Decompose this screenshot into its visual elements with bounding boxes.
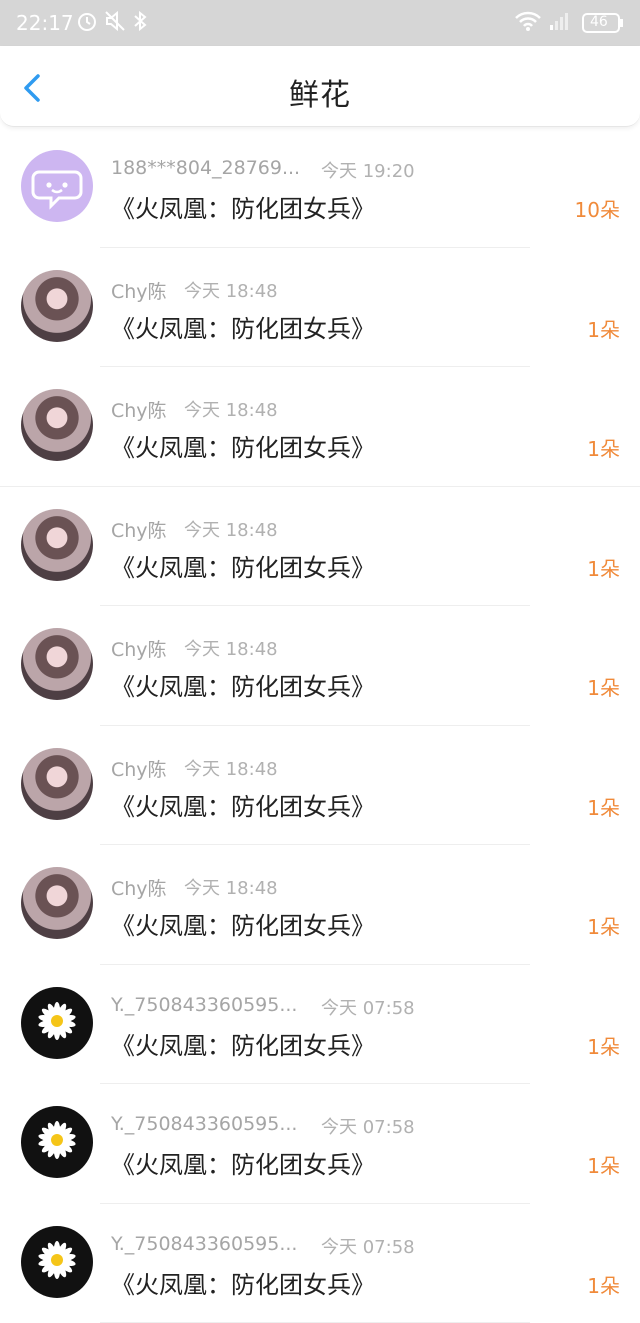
signal-icon	[548, 10, 570, 36]
book-title: 《火凤凰：防化团女兵》	[111, 309, 375, 344]
daisy-icon	[21, 1106, 93, 1178]
book-title: 《火凤凰：防化团女兵》	[111, 906, 375, 941]
flower-count: 1朵	[587, 433, 620, 462]
book-title: 《火凤凰：防化团女兵》	[111, 1026, 375, 1061]
daisy-avatar[interactable]	[21, 1106, 93, 1178]
user-name: Chy陈	[111, 396, 167, 423]
user-name: Y._750843360595...	[111, 1113, 297, 1135]
book-title: 《火凤凰：防化团女兵》	[111, 667, 375, 702]
alarm-icon	[76, 10, 98, 36]
list-item[interactable]: Chy陈今天 18:48 《火凤凰：防化团女兵》 1朵	[0, 367, 640, 487]
flower-count: 1朵	[587, 911, 620, 940]
bluetooth-icon	[132, 10, 148, 36]
user-name: Chy陈	[111, 635, 167, 662]
chat-bubble-avatar[interactable]	[21, 150, 93, 222]
flower-count: 1朵	[587, 792, 620, 821]
gift-time: 今天 19:20	[321, 157, 415, 183]
flower-count: 1朵	[587, 672, 620, 701]
girl-avatar[interactable]	[21, 628, 93, 700]
user-name: Chy陈	[111, 516, 167, 543]
list-item[interactable]: Y._750843360595... 今天 07:58 《火凤凰：防化团女兵》 1朵	[0, 965, 640, 1085]
list-item[interactable]: Y._750843360595... 今天 07:58 《火凤凰：防化团女兵》 1朵	[0, 1084, 640, 1204]
girl-avatar[interactable]	[21, 389, 93, 461]
user-name: Y._750843360595...	[111, 994, 297, 1016]
chat-bubble-icon	[21, 150, 93, 222]
flower-count: 10朵	[575, 194, 620, 223]
daisy-icon	[21, 1226, 93, 1298]
user-name: Y._750843360595...	[111, 1233, 297, 1255]
girl-avatar[interactable]	[21, 748, 93, 820]
book-title: 《火凤凰：防化团女兵》	[111, 787, 375, 822]
user-name: Chy陈	[111, 755, 167, 782]
gift-time: 今天 18:48	[184, 755, 278, 781]
list-item[interactable]: Chy陈今天 18:48 《火凤凰：防化团女兵》 1朵	[0, 487, 640, 607]
daisy-avatar[interactable]	[21, 1226, 93, 1298]
flower-count: 1朵	[587, 1270, 620, 1299]
list-item[interactable]: Chy陈今天 18:48 《火凤凰：防化团女兵》 1朵	[0, 726, 640, 846]
list-item[interactable]: Chy陈今天 18:48 《火凤凰：防化团女兵》 1朵	[0, 606, 640, 726]
wifi-icon	[514, 10, 542, 36]
battery-level: 46	[590, 14, 608, 30]
user-name: Chy陈	[111, 874, 167, 901]
list-item[interactable]: Chy陈今天 18:48 《火凤凰：防化团女兵》 1朵	[0, 845, 640, 965]
mute-icon	[104, 10, 126, 36]
daisy-icon	[21, 987, 93, 1059]
girl-avatar[interactable]	[21, 509, 93, 581]
gift-time: 今天 07:58	[321, 994, 415, 1020]
flower-count: 1朵	[587, 1031, 620, 1060]
gift-time: 今天 07:58	[321, 1233, 415, 1259]
gift-time: 今天 18:48	[184, 396, 278, 422]
book-title: 《火凤凰：防化团女兵》	[111, 1265, 375, 1300]
girl-avatar[interactable]	[21, 270, 93, 342]
book-title: 《火凤凰：防化团女兵》	[111, 428, 375, 463]
flower-list: 188***804_28769... 今天 19:20 《火凤凰：防化团女兵》 10朵…	[0, 128, 640, 1323]
daisy-avatar[interactable]	[21, 987, 93, 1059]
book-title: 《火凤凰：防化团女兵》	[111, 189, 375, 224]
flower-count: 1朵	[587, 1150, 620, 1179]
gift-time: 今天 07:58	[321, 1113, 415, 1139]
list-item[interactable]: Y._750843360595... 今天 07:58 《火凤凰：防化团女兵》 1朵	[0, 1204, 640, 1323]
user-name: Chy陈	[111, 277, 167, 304]
book-title: 《火凤凰：防化团女兵》	[111, 1145, 375, 1180]
flower-count: 1朵	[587, 553, 620, 582]
gift-time: 今天 18:48	[184, 277, 278, 303]
header: 鲜花	[0, 46, 640, 127]
list-item[interactable]: Chy陈今天 18:48 《火凤凰：防化团女兵》 1朵	[0, 248, 640, 368]
status-bar: 22:17 46	[0, 0, 640, 46]
girl-avatar[interactable]	[21, 867, 93, 939]
gift-time: 今天 18:48	[184, 874, 278, 900]
status-time: 22:17	[16, 11, 74, 35]
gift-time: 今天 18:48	[184, 516, 278, 542]
book-title: 《火凤凰：防化团女兵》	[111, 548, 375, 583]
flower-count: 1朵	[587, 314, 620, 343]
user-name: 188***804_28769...	[111, 157, 300, 179]
list-item[interactable]: 188***804_28769... 今天 19:20 《火凤凰：防化团女兵》 10朵	[0, 128, 640, 248]
page-title: 鲜花	[0, 70, 640, 114]
gift-time: 今天 18:48	[184, 635, 278, 661]
